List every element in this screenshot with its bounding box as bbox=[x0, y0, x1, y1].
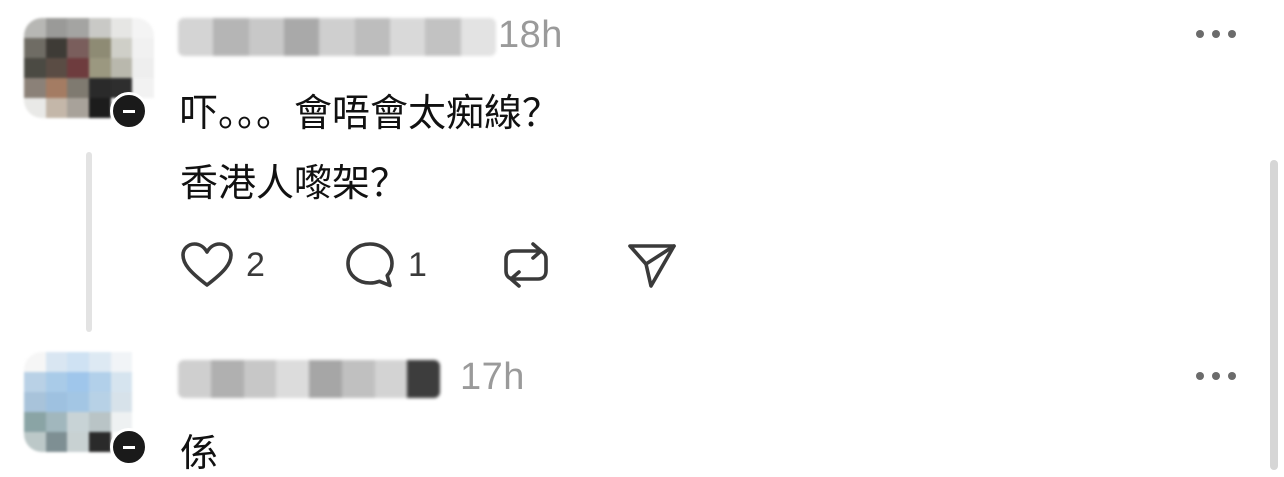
more-horizontal-icon bbox=[1196, 372, 1204, 380]
comment-text-line: 吓。。。會唔會太痴線？ bbox=[180, 91, 561, 135]
more-options-button[interactable] bbox=[1196, 366, 1236, 386]
more-options-button[interactable] bbox=[1196, 24, 1236, 44]
speech-bubble-icon bbox=[346, 242, 394, 288]
share-button[interactable] bbox=[626, 238, 678, 292]
scrollbar[interactable] bbox=[1270, 160, 1278, 470]
reply-button[interactable]: 1 bbox=[344, 238, 500, 292]
username-censored[interactable] bbox=[178, 18, 496, 56]
more-horizontal-icon bbox=[1196, 30, 1204, 38]
reply-count: 1 bbox=[408, 245, 427, 284]
heart-outline-icon bbox=[181, 242, 233, 287]
timestamp: 17h bbox=[460, 356, 525, 398]
comment-item: 18h 吓。。。會唔會太痴線？ 香港人嚟架？ 2 1 bbox=[0, 0, 1284, 340]
username-censored[interactable] bbox=[178, 360, 440, 398]
send-icon bbox=[628, 244, 676, 288]
comment-text-line: 香港人嚟架？ bbox=[180, 161, 409, 205]
comment-item: 17h 係 bbox=[0, 340, 1284, 475]
thread-line bbox=[86, 152, 92, 332]
follow-badge[interactable] bbox=[110, 92, 148, 130]
action-bar: 2 1 bbox=[180, 238, 678, 292]
comment-text-line: 係 bbox=[180, 431, 219, 475]
timestamp: 18h bbox=[498, 14, 563, 56]
like-button[interactable]: 2 bbox=[180, 238, 344, 292]
follow-badge[interactable] bbox=[110, 428, 148, 466]
repost-button[interactable] bbox=[500, 238, 626, 292]
repost-icon bbox=[504, 242, 548, 288]
like-count: 2 bbox=[246, 245, 265, 284]
